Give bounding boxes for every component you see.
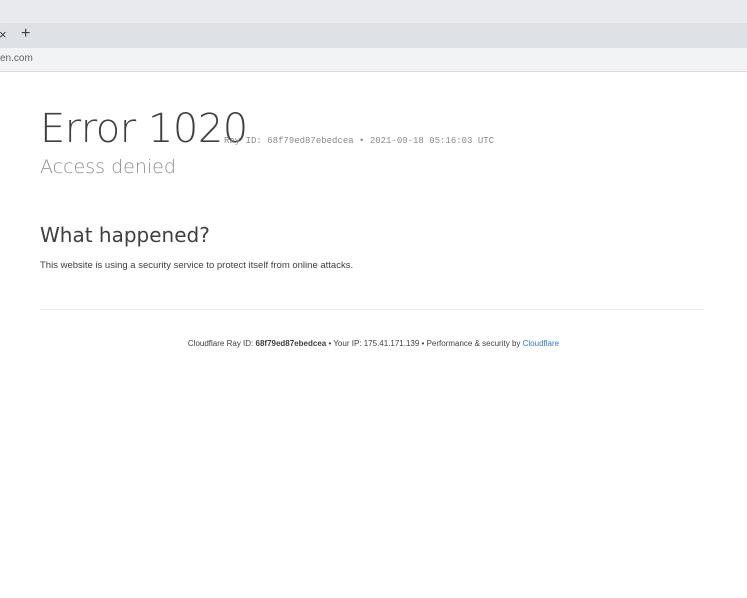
what-happened-heading: What happened?: [40, 223, 210, 247]
close-icon[interactable]: ×: [0, 26, 7, 43]
cloudflare-link[interactable]: Cloudflare: [523, 339, 559, 348]
address-url[interactable]: en.com: [0, 53, 33, 64]
error-title: Access denied: [40, 156, 176, 178]
divider: [40, 309, 704, 310]
browser-tab-strip: [0, 0, 747, 23]
error-code: Error 1020: [40, 106, 248, 152]
address-bar[interactable]: [0, 48, 747, 72]
footer: Cloudflare Ray ID: 68f79ed87ebedcea • Yo…: [0, 339, 747, 348]
new-tab-icon[interactable]: +: [21, 24, 30, 43]
what-happened-text: This website is using a security service…: [40, 260, 354, 271]
footer-performance: Performance & security by: [426, 339, 523, 348]
footer-ray-id: 68f79ed87ebedcea: [255, 339, 327, 348]
footer-ray-prefix: Cloudflare Ray ID:: [187, 339, 256, 348]
ray-id-meta: Ray ID: 68f79ed87ebedcea • 2021-09-18 05…: [224, 136, 495, 146]
footer-separator: •: [419, 339, 427, 348]
footer-ip: Your IP: 175.41.171.139: [333, 339, 420, 348]
browser-tab-bar: [0, 23, 747, 48]
